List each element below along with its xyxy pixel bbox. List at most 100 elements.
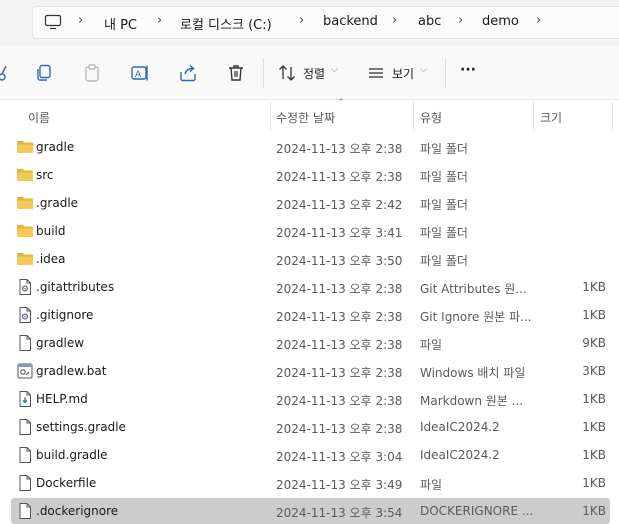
file-name: build: [36, 224, 66, 238]
folder-icon: [16, 250, 34, 268]
file-name: .dockerignore: [36, 504, 119, 518]
file-type: DOCKERIGNORE ...: [420, 504, 534, 518]
file-row[interactable]: Dockerfile 2024-11-13 오후 3:49 파일 1KB: [11, 470, 610, 496]
file-date: 2024-11-13 오후 2:38: [276, 142, 403, 156]
chevron-right-icon[interactable]: ›: [536, 13, 541, 28]
file-size: 1KB: [582, 392, 606, 406]
file-type: Markdown 원본 ...: [420, 394, 524, 408]
file-type: IdeaIC2024.2: [420, 420, 500, 434]
file-icon: [16, 418, 34, 436]
file-date: 2024-11-13 오후 3:04: [276, 450, 403, 464]
column-divider[interactable]: [612, 102, 613, 130]
more-options-button[interactable]: ···: [460, 62, 476, 78]
delete-icon[interactable]: [226, 63, 246, 83]
sort-button-label[interactable]: 정렬: [303, 65, 325, 82]
column-header-date[interactable]: 수정한 날짜: [276, 109, 335, 126]
file-size: 3KB: [582, 364, 606, 378]
breadcrumb-item-backend[interactable]: backend: [323, 14, 378, 29]
file-type: Git Attributes 원...: [420, 282, 527, 296]
file-row[interactable]: .gitattributes 2024-11-13 오후 2:38 Git Attr…: [11, 274, 610, 300]
file-type: Windows 배치 파일: [420, 366, 526, 380]
file-name: gradlew.bat: [36, 364, 107, 378]
cut-icon[interactable]: [0, 63, 10, 83]
batch-file-icon: [16, 362, 34, 380]
svg-text:A: A: [135, 69, 141, 79]
file-type: 파일 폴더: [420, 198, 468, 212]
config-file-icon: [16, 278, 34, 296]
file-row[interactable]: .gitignore 2024-11-13 오후 2:38 Git Ignore 원…: [11, 302, 610, 328]
rename-icon[interactable]: A: [130, 63, 150, 83]
file-date: 2024-11-13 오후 2:38: [276, 422, 403, 436]
sort-icon[interactable]: [277, 63, 297, 83]
chevron-right-icon[interactable]: ›: [78, 13, 83, 28]
file-size: 1KB: [582, 280, 606, 294]
file-row[interactable]: build.gradle 2024-11-13 오후 3:04 IdeaIC2024…: [11, 442, 610, 468]
toolbar-separator: [263, 58, 264, 88]
file-name: .gitignore: [36, 308, 94, 322]
breadcrumb-item-local-disk[interactable]: 로컬 디스크 (C:): [180, 14, 272, 33]
breadcrumb-item-demo[interactable]: demo: [482, 14, 519, 29]
file-date: 2024-11-13 오후 2:38: [276, 394, 403, 408]
column-divider[interactable]: [270, 102, 271, 130]
column-header-name[interactable]: 이름: [28, 109, 50, 126]
chevron-right-icon[interactable]: ›: [157, 13, 162, 28]
folder-icon: [16, 138, 34, 156]
file-row[interactable]: gradlew 2024-11-13 오후 2:38 파일 9KB: [11, 330, 610, 356]
column-header-size[interactable]: 크기: [540, 109, 562, 126]
markdown-file-icon: [16, 390, 34, 408]
share-icon[interactable]: [178, 63, 198, 83]
file-row[interactable]: .dockerignore 2024-11-13 오후 3:54 DOCKERIGN…: [11, 498, 610, 524]
file-name: Dockerfile: [36, 476, 97, 490]
file-name: gradlew: [36, 336, 85, 350]
file-row[interactable]: build 2024-11-13 오후 3:41 파일 폴더: [11, 218, 610, 244]
file-row[interactable]: .gradle 2024-11-13 오후 2:42 파일 폴더: [11, 190, 610, 216]
view-button-label[interactable]: 보기: [392, 65, 414, 82]
file-size: 1KB: [582, 476, 606, 490]
file-type: 파일: [420, 478, 443, 492]
file-date: 2024-11-13 오후 2:38: [276, 310, 403, 324]
column-header-type[interactable]: 유형: [420, 109, 442, 126]
column-header: 이름 수정한 날짜 유형 크기: [0, 100, 619, 130]
file-type: 파일: [420, 338, 443, 352]
file-row[interactable]: src 2024-11-13 오후 2:38 파일 폴더: [11, 162, 610, 188]
file-name: settings.gradle: [36, 420, 126, 434]
file-name: .gradle: [36, 196, 79, 210]
file-row[interactable]: HELP.md 2024-11-13 오후 2:38 Markdown 원본 ...…: [11, 386, 610, 412]
copy-icon[interactable]: [34, 63, 54, 83]
folder-icon: [16, 194, 34, 212]
file-type: IdeaIC2024.2: [420, 448, 500, 462]
chevron-down-icon[interactable]: ⌵: [331, 65, 338, 75]
command-bar: A 정렬 ⌵ 보기 ⌵ ···: [0, 46, 619, 100]
file-size: 1KB: [582, 420, 606, 434]
file-row[interactable]: gradlew.bat 2024-11-13 오후 2:38 Windows 배치 …: [11, 358, 610, 384]
breadcrumb-item-my-pc[interactable]: 내 PC: [104, 14, 137, 33]
column-divider[interactable]: [413, 102, 414, 130]
file-size: 9KB: [582, 336, 606, 350]
column-divider[interactable]: [533, 102, 534, 130]
file-type: 파일 폴더: [420, 254, 468, 268]
file-size: 1KB: [582, 308, 606, 322]
chevron-right-icon[interactable]: ›: [392, 13, 397, 28]
toolbar-separator: [445, 58, 446, 88]
file-icon: [16, 502, 34, 520]
file-date: 2024-11-13 오후 3:41: [276, 226, 403, 240]
chevron-right-icon[interactable]: ›: [299, 13, 304, 28]
file-row[interactable]: settings.gradle 2024-11-13 오후 2:38 IdeaIC2…: [11, 414, 610, 440]
file-name: src: [36, 168, 54, 182]
file-size: 1KB: [582, 504, 606, 518]
file-name: build.gradle: [36, 448, 108, 462]
view-icon[interactable]: [366, 63, 386, 83]
chevron-right-icon[interactable]: ›: [458, 13, 463, 28]
file-date: 2024-11-13 오후 3:54: [276, 506, 403, 520]
file-icon: [16, 446, 34, 464]
file-row[interactable]: gradle 2024-11-13 오후 2:38 파일 폴더: [11, 134, 610, 160]
breadcrumb-item-abc[interactable]: abc: [418, 14, 441, 29]
file-row[interactable]: .idea 2024-11-13 오후 3:50 파일 폴더: [11, 246, 610, 272]
chevron-down-icon[interactable]: ⌵: [420, 65, 427, 75]
paste-icon[interactable]: [82, 63, 102, 83]
file-icon: [16, 334, 34, 352]
sort-ascending-icon: ⌃: [337, 98, 345, 108]
folder-icon: [16, 222, 34, 240]
file-type: 파일 폴더: [420, 226, 468, 240]
computer-icon[interactable]: [44, 13, 62, 31]
